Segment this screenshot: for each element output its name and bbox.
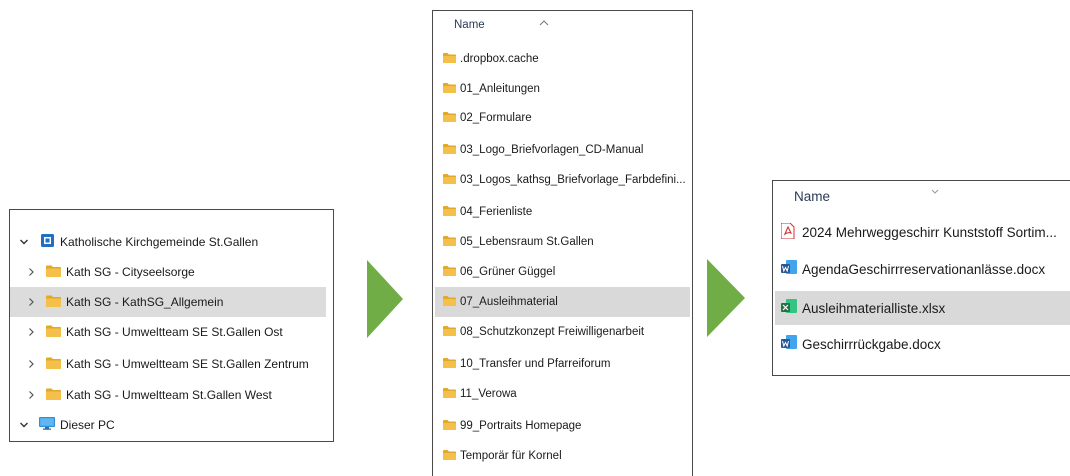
file-row[interactable]: AgendaGeschirrreservationanlässe.docx [773, 252, 1070, 286]
folder-icon [443, 357, 456, 371]
folder-name: Temporär für Kornel [460, 450, 562, 462]
tree-item-umweltteam-west[interactable]: Kath SG - Umweltteam St.Gallen West [10, 380, 333, 410]
file-row-selected[interactable]: Ausleihmaterialliste.xlsx [775, 291, 1070, 325]
folder-icon [46, 295, 61, 310]
folder-icon [443, 82, 456, 96]
folder-icon [46, 325, 61, 340]
folder-row[interactable]: 01_Anleitungen [433, 74, 692, 104]
file-row[interactable]: 2024 Mehrweggeschirr Kunststoff Sortim..… [773, 215, 1070, 249]
tree-root-item[interactable]: Katholische Kirchgemeinde St.Gallen [10, 227, 333, 257]
word-file-icon [781, 334, 797, 354]
column-header-name[interactable]: Name [794, 189, 830, 204]
folder-row[interactable]: 06_Grüner Güggel [433, 257, 692, 287]
folder-row[interactable]: 08_Schutzkonzept Freiwilligenarbeit [433, 317, 692, 347]
tree-item-label: Kath SG - KathSG_Allgemein [66, 295, 224, 309]
folder-name: 10_Transfer und Pfarreiforum [460, 358, 611, 370]
folder-row[interactable]: .dropbox.cache [433, 44, 692, 74]
file-name: Ausleihmaterialliste.xlsx [802, 300, 946, 316]
folder-icon [443, 143, 456, 157]
folder-icon [46, 388, 61, 403]
chevron-right-icon[interactable] [25, 326, 37, 338]
chevron-down-icon[interactable] [18, 419, 30, 431]
folder-name: 05_Lebensraum St.Gallen [460, 236, 594, 248]
folder-name: 01_Anleitungen [460, 83, 540, 95]
folder-row[interactable]: 11_Verowa [433, 379, 692, 409]
folder-name: 04_Ferienliste [460, 206, 533, 218]
chevron-right-icon[interactable] [25, 358, 37, 370]
folder-name: 11_Verowa [460, 388, 517, 400]
chevron-right-icon[interactable] [25, 296, 37, 308]
folder-icon [443, 205, 456, 219]
folder-icon [443, 325, 456, 339]
column-header-name[interactable]: Name [454, 19, 485, 31]
folder-name: 08_Schutzkonzept Freiwilligenarbeit [460, 326, 645, 338]
folder-icon [443, 265, 456, 279]
folder-name: 03_Logo_Briefvorlagen_CD-Manual [460, 144, 644, 156]
navigation-tree-panel: Katholische Kirchgemeinde St.Gallen Kath… [9, 209, 334, 442]
tree-item-label: Dieser PC [60, 418, 115, 432]
chevron-down-icon[interactable] [18, 236, 30, 248]
folder-row[interactable]: 02_Formulare [433, 103, 692, 133]
folder-row[interactable]: 99_Portraits Homepage [433, 411, 692, 441]
tree-root-label: Katholische Kirchgemeinde St.Gallen [60, 235, 259, 249]
folder-icon [443, 387, 456, 401]
folder-icon [443, 295, 456, 309]
folder-row[interactable]: 03_Logo_Briefvorlagen_CD-Manual [433, 135, 692, 165]
folder-row[interactable]: 10_Transfer und Pfarreiforum [433, 349, 692, 379]
sharepoint-site-icon [41, 234, 54, 250]
file-name: AgendaGeschirrreservationanlässe.docx [802, 261, 1046, 277]
folder-icon [443, 449, 456, 463]
tree-item-umweltteam-ost[interactable]: Kath SG - Umweltteam SE St.Gallen Ost [10, 317, 333, 347]
folder-name: 07_Ausleihmaterial [460, 296, 558, 308]
sort-ascending-icon[interactable] [539, 13, 549, 31]
folder-icon [443, 235, 456, 249]
file-name: Geschirrrückgabe.docx [802, 336, 941, 352]
folder-name: .dropbox.cache [460, 53, 539, 65]
arrow-right-icon [707, 259, 745, 337]
tree-item-label: Kath SG - Umweltteam St.Gallen West [66, 388, 272, 402]
folder-icon [443, 52, 456, 66]
tree-item-dieser-pc[interactable]: Dieser PC [10, 410, 333, 440]
column-resize-mark-icon [931, 181, 939, 199]
folder-row[interactable]: 04_Ferienliste [433, 197, 692, 227]
chevron-right-icon[interactable] [25, 389, 37, 401]
file-row[interactable]: Geschirrrückgabe.docx [773, 327, 1070, 361]
pdf-file-icon [780, 222, 795, 242]
folder-row[interactable]: 03_Logos_kathsg_Briefvorlage_Farbdefini.… [433, 165, 692, 195]
folder-icon [443, 173, 456, 187]
folder-icon [443, 111, 456, 125]
file-list-panel: Name 2024 Mehrweggeschirr Kunststoff Sor… [772, 180, 1070, 376]
file-name: 2024 Mehrweggeschirr Kunststoff Sortim..… [802, 224, 1057, 240]
folder-icon [46, 265, 61, 280]
tree-item-label: Kath SG - Umweltteam SE St.Gallen Ost [66, 325, 283, 339]
folder-row[interactable]: Temporär für Kornel [433, 441, 692, 471]
folder-row[interactable]: 05_Lebensraum St.Gallen [433, 227, 692, 257]
tree-item-label: Kath SG - Umweltteam SE St.Gallen Zentru… [66, 357, 309, 371]
folder-name: 99_Portraits Homepage [460, 420, 582, 432]
tree-item-umweltteam-zentrum[interactable]: Kath SG - Umweltteam SE St.Gallen Zentru… [10, 349, 333, 379]
word-file-icon [781, 259, 797, 279]
folder-list-panel: Name .dropbox.cache 01_Anleitungen 02_Fo… [432, 10, 693, 476]
tree-item-cityseelsorge[interactable]: Kath SG - Cityseelsorge [10, 257, 333, 287]
folder-icon [46, 357, 61, 372]
folder-name: 06_Grüner Güggel [460, 266, 556, 278]
folder-name: 03_Logos_kathsg_Briefvorlage_Farbdefini.… [460, 174, 686, 186]
folder-icon [443, 419, 456, 433]
folder-name: 02_Formulare [460, 112, 532, 124]
chevron-right-icon[interactable] [25, 266, 37, 278]
monitor-icon [39, 417, 55, 433]
tree-item-kathsg-allgemein[interactable]: Kath SG - KathSG_Allgemein [10, 287, 326, 317]
arrow-right-icon [367, 260, 403, 338]
excel-file-icon [781, 298, 797, 318]
folder-row-selected[interactable]: 07_Ausleihmaterial [435, 287, 690, 317]
tree-item-label: Kath SG - Cityseelsorge [66, 265, 195, 279]
